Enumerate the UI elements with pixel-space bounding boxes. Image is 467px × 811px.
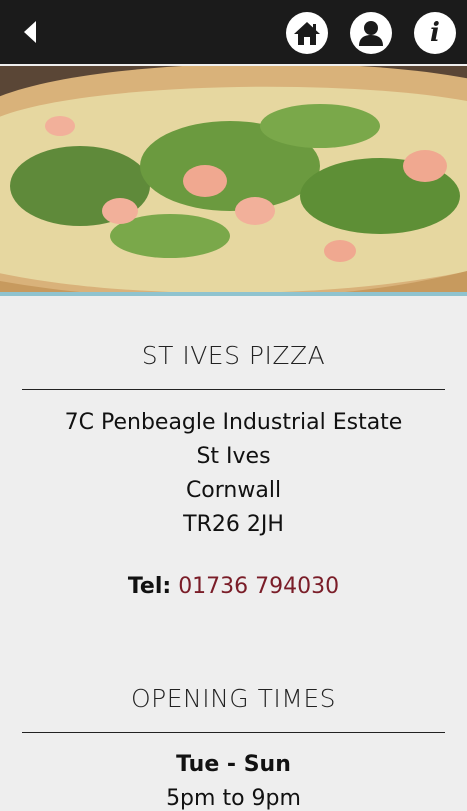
- info-button[interactable]: i: [414, 12, 456, 54]
- restaurant-name: ST IVES PIZZA: [141, 341, 326, 370]
- hero-pizza-image: [0, 66, 467, 294]
- opening-days: Tue - Sun: [176, 752, 291, 777]
- title-divider: [22, 389, 445, 390]
- address-line: 7C Penbeagle Industrial Estate: [64, 410, 403, 435]
- address-postcode: TR26 2JH: [183, 512, 284, 537]
- account-button[interactable]: [350, 12, 392, 54]
- home-icon: [294, 22, 320, 45]
- user-icon: [359, 21, 383, 46]
- phone-number-link[interactable]: 01736 794030: [178, 574, 339, 599]
- phone-row: Tel: 01736 794030: [0, 574, 467, 599]
- address-county: Cornwall: [185, 478, 282, 503]
- hero-divider: [0, 292, 467, 296]
- back-button[interactable]: [16, 18, 44, 46]
- home-button[interactable]: [286, 12, 328, 54]
- opening-hours: 5pm to 9pm: [166, 786, 301, 811]
- address-block: 7C Penbeagle Industrial Estate St Ives C…: [0, 406, 467, 542]
- top-navigation-bar: i: [0, 0, 467, 64]
- address-town: St Ives: [196, 444, 271, 469]
- back-arrow-icon: [24, 21, 36, 43]
- phone-label: Tel:: [127, 574, 172, 599]
- opening-times-divider: [22, 732, 445, 733]
- pizza-photo: [0, 66, 467, 294]
- info-icon: i: [430, 18, 440, 48]
- opening-times-heading: OPENING TIMES: [130, 684, 337, 713]
